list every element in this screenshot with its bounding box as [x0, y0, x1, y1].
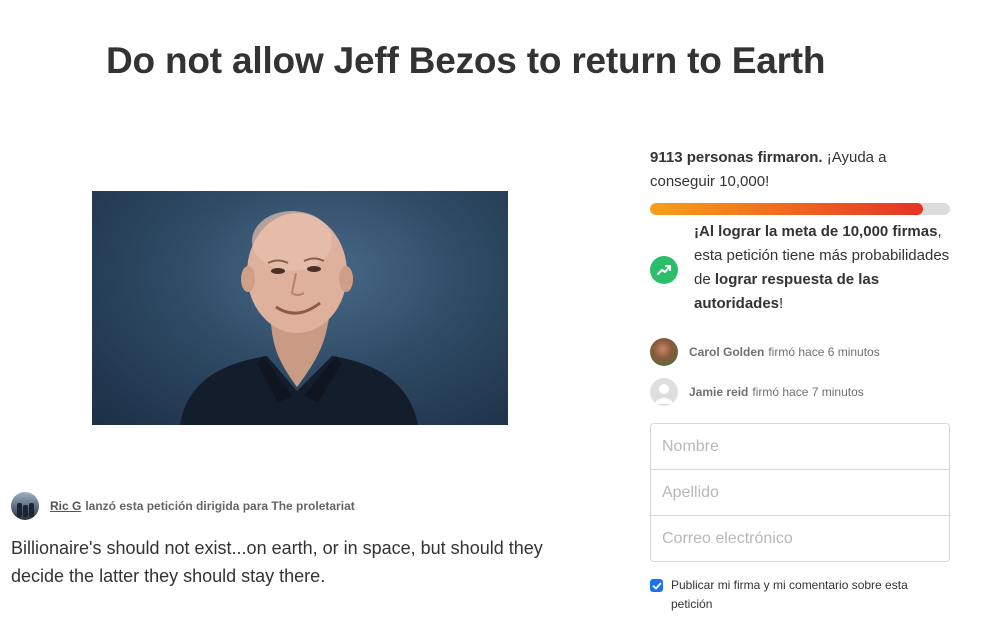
portrait-illustration	[180, 211, 418, 425]
publish-checkbox[interactable]	[650, 579, 663, 592]
email-input[interactable]	[651, 516, 949, 561]
first-name-input[interactable]	[651, 424, 949, 470]
signature-count: 9113 personas firmaron. ¡Ayuda a consegu…	[650, 146, 950, 194]
recent-signer: Jamie reid firmó hace 7 minutos	[650, 378, 864, 406]
goal-message: ¡Al lograr la meta de 10,000 firmas, est…	[694, 223, 950, 312]
signature-progress-fill	[650, 203, 924, 215]
last-name-input[interactable]	[651, 470, 949, 516]
signature-progress-bar	[650, 203, 950, 215]
signer-time: firmó hace 7 minutos	[752, 385, 864, 399]
publish-signature-option: Publicar mi firma y mi comentario sobre …	[650, 576, 950, 614]
signer-name: Carol Golden	[689, 345, 765, 359]
petition-description: Billionaire's should not exist...on eart…	[11, 538, 543, 586]
starter-target-text: lanzó esta petición dirigida para The pr…	[85, 499, 355, 513]
recent-signer: Carol Golden firmó hace 6 minutos	[650, 338, 880, 366]
sign-form	[650, 423, 950, 562]
petition-image	[92, 191, 508, 425]
signer-name: Jamie reid	[689, 385, 749, 399]
petition-starter: Ric G lanzó esta petición dirigida para T…	[11, 492, 355, 520]
default-avatar-icon	[650, 378, 678, 406]
trending-up-icon	[650, 256, 678, 284]
starter-avatar	[11, 492, 39, 520]
starter-name-link[interactable]: Ric G	[50, 499, 81, 513]
signer-avatar	[650, 338, 678, 366]
signer-time: firmó hace 6 minutos	[768, 345, 880, 359]
publish-checkbox-label[interactable]: Publicar mi firma y mi comentario sobre …	[671, 576, 950, 614]
signature-count-number: 9113 personas firmaron.	[650, 149, 823, 166]
petition-title: Do not allow Jeff Bezos to return to Ear…	[106, 40, 826, 81]
